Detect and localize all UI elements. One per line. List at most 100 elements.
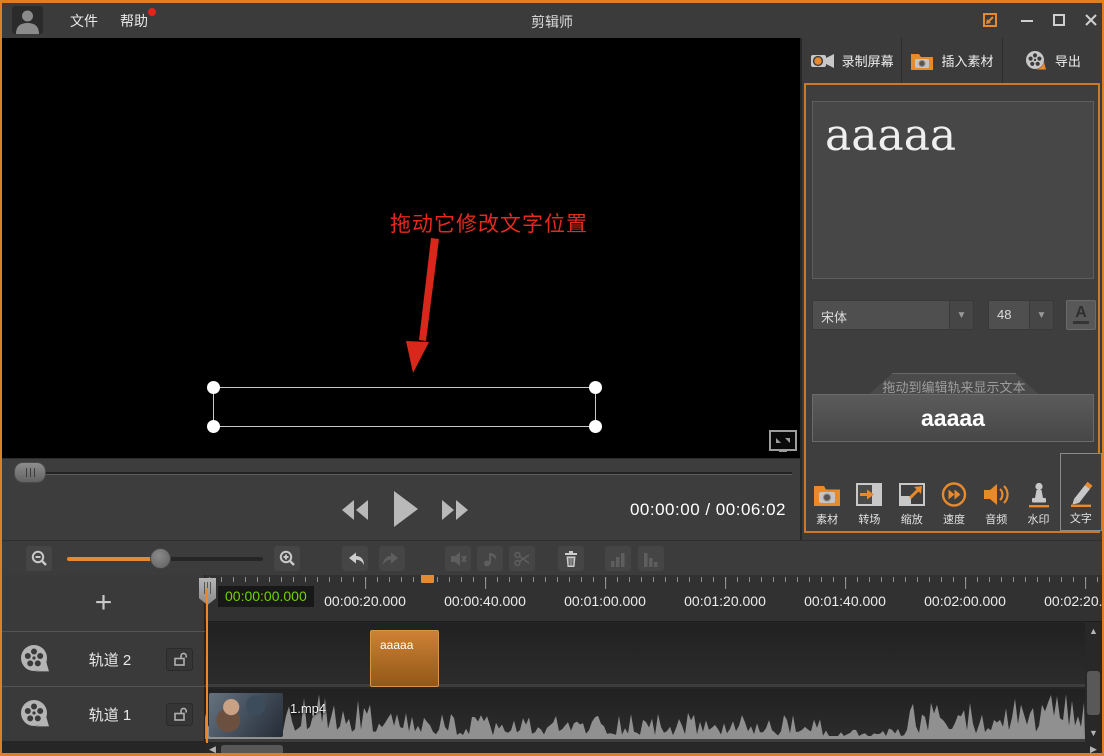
tab-material[interactable]: 素材 [806, 457, 848, 531]
window-title: 剪辑师 [2, 12, 1102, 32]
tab-text-label: 文字 [1070, 510, 1092, 526]
horizontal-scrollbar[interactable]: ◀ [205, 743, 1085, 756]
track2-header: 轨道 2 [2, 631, 205, 686]
track1-lane[interactable]: 1.mp4 [205, 689, 1085, 742]
text-content-input[interactable]: aaaaa [812, 101, 1094, 279]
film-reel-icon [1024, 49, 1048, 72]
timeline: + 轨道 2 [2, 575, 1102, 754]
export-label: 导出 [1055, 51, 1081, 70]
insert-material-button[interactable]: 插入素材 [902, 38, 1002, 83]
insert-material-label: 插入素材 [941, 51, 993, 70]
tab-watermark[interactable]: 水印 [1017, 457, 1059, 531]
undo-button[interactable] [342, 546, 368, 571]
selection-handle-bottom-left[interactable] [207, 420, 220, 433]
maximize-icon [1053, 14, 1065, 26]
record-screen-button[interactable]: 录制屏幕 [802, 38, 902, 83]
font-family-value: 宋体 [813, 301, 949, 329]
scissors-icon [513, 550, 531, 568]
track2-lane[interactable]: aaaaa [205, 623, 1085, 687]
timeline-ruler[interactable]: 00:00:20.000 00:00:40.000 00:01:00.000 0… [205, 575, 1102, 622]
playhead-line [206, 588, 208, 754]
tab-speed-label: 速度 [943, 511, 965, 527]
zoom-out-icon [30, 550, 48, 568]
font-color-button[interactable]: A [1066, 300, 1096, 330]
scroll-down-icon[interactable]: ▼ [1089, 729, 1098, 738]
font-size-value: 48 [989, 301, 1029, 329]
fit-screen-button[interactable] [768, 428, 798, 458]
edit-audio-button[interactable] [477, 546, 503, 571]
add-track-button[interactable]: + [2, 575, 205, 630]
font-size-select[interactable]: 48 ▼ [988, 300, 1054, 330]
timeline-zoom-handle[interactable] [150, 548, 171, 569]
vertical-scroll-handle[interactable] [1087, 671, 1100, 715]
playback-bar: 00:00:00 / 00:06:02 [2, 458, 800, 540]
ruler-label: 00:01:20.000 [684, 593, 766, 609]
seek-track[interactable] [14, 472, 792, 475]
scrollbar-corner: ▶ [1085, 743, 1102, 756]
selection-handle-bottom-right[interactable] [589, 420, 602, 433]
ruler-label: 00:00:20.000 [324, 593, 406, 609]
record-screen-label: 录制屏幕 [842, 51, 894, 70]
fast-forward-icon [438, 497, 472, 523]
scroll-right-icon[interactable]: ▶ [1090, 745, 1097, 754]
play-button[interactable] [390, 489, 420, 529]
tab-audio[interactable]: 音频 [975, 457, 1017, 531]
selection-handle-top-right[interactable] [589, 381, 602, 394]
horizontal-scroll-handle[interactable] [221, 745, 283, 755]
text-clip[interactable]: aaaaa [370, 630, 439, 687]
fast-forward-button[interactable] [438, 497, 472, 523]
scroll-left-icon[interactable]: ◀ [209, 745, 216, 754]
zoom-out-button[interactable] [26, 546, 52, 571]
resize-arrow-icon [982, 12, 998, 28]
close-button[interactable] [1078, 9, 1104, 31]
export-button[interactable]: 导出 [1003, 38, 1102, 83]
draggable-text-preview[interactable]: aaaaa [812, 394, 1094, 442]
vertical-scrollbar[interactable]: ▲ ▼ [1085, 623, 1102, 743]
play-icon [390, 489, 420, 529]
action-buttons-bar: 录制屏幕 插入素材 导出 [802, 38, 1102, 83]
zoom-in-button[interactable] [274, 546, 300, 571]
track1-name: 轨道 1 [54, 704, 166, 725]
mute-button[interactable] [445, 546, 471, 571]
video-thumbnail[interactable] [209, 693, 283, 737]
delete-button[interactable] [558, 546, 584, 571]
title-bar: 文件 帮助 剪辑师 [2, 3, 1102, 38]
timeline-toolbar [2, 540, 1102, 575]
maximize-button[interactable] [1046, 9, 1072, 31]
tab-speed[interactable]: 速度 [933, 457, 975, 531]
stats-descending-button[interactable] [638, 546, 664, 571]
tab-text[interactable]: 文字 [1060, 453, 1102, 531]
film-reel-icon [18, 698, 54, 731]
seek-handle[interactable] [14, 462, 46, 483]
minimize-button[interactable] [1014, 9, 1040, 31]
bar-chart-descending-icon [642, 550, 660, 568]
redo-icon [382, 550, 402, 568]
right-panel: 录制屏幕 插入素材 导出 [800, 38, 1102, 540]
track1-lock-button[interactable] [166, 703, 193, 726]
tab-transition[interactable]: 转场 [848, 457, 890, 531]
playhead-flag[interactable] [421, 575, 434, 583]
text-selection-box[interactable] [213, 387, 596, 427]
video-clip-name: 1.mp4 [290, 701, 326, 716]
rewind-button[interactable] [338, 497, 372, 523]
folder-camera-icon [910, 50, 934, 72]
switch-mode-button[interactable] [977, 9, 1003, 31]
stats-ascending-button[interactable] [605, 546, 631, 571]
bar-chart-ascending-icon [609, 550, 627, 568]
tab-watermark-label: 水印 [1028, 511, 1050, 527]
track-header-panel: + 轨道 2 [2, 575, 205, 741]
cut-button[interactable] [509, 546, 535, 571]
ruler-label: 00:00:40.000 [444, 593, 526, 609]
font-family-select[interactable]: 宋体 ▼ [812, 300, 974, 330]
trash-icon [562, 550, 580, 568]
app-window: 文件 帮助 剪辑师 拖动它修改文字位置 [0, 0, 1104, 756]
redo-button[interactable] [379, 546, 405, 571]
track2-lock-button[interactable] [166, 648, 193, 671]
speaker-icon [981, 481, 1011, 508]
text-tool-panel: aaaaa 宋体 ▼ 48 ▼ A 拖动到编辑轨来显示文本 aaaaa [804, 83, 1100, 533]
tool-tabs: 素材 转场 [806, 457, 1102, 531]
scroll-up-icon[interactable]: ▲ [1089, 627, 1098, 636]
selection-handle-top-left[interactable] [207, 381, 220, 394]
video-preview: 拖动它修改文字位置 [2, 38, 800, 458]
tab-scale[interactable]: 缩放 [891, 457, 933, 531]
